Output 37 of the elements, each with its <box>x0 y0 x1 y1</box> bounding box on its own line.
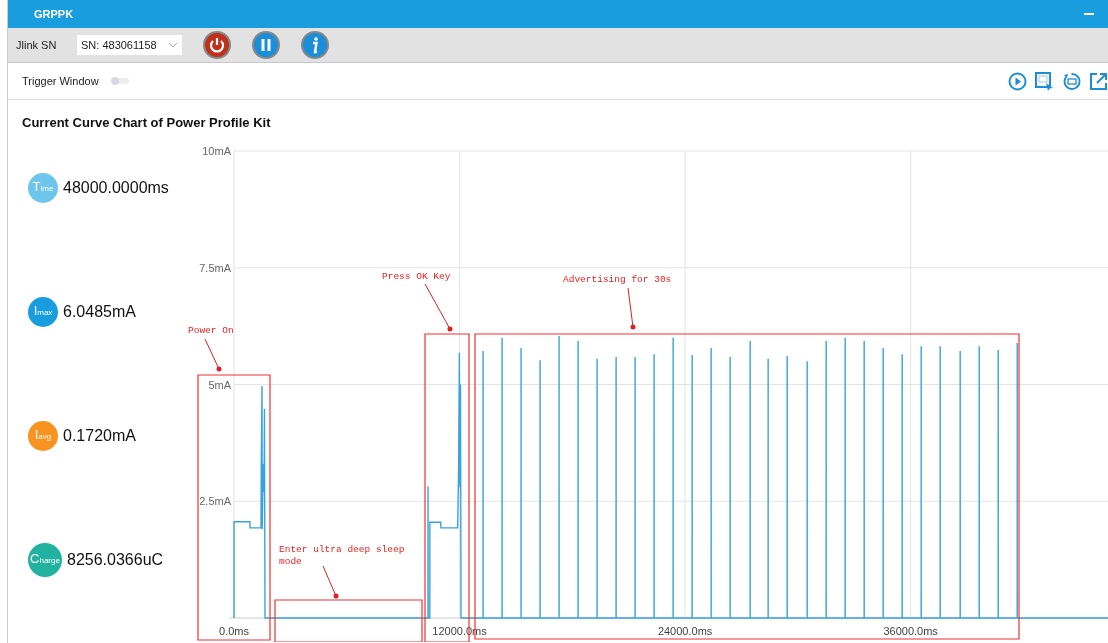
caret-icon <box>168 42 178 48</box>
chart-title: Current Curve Chart of Power Profile Kit <box>21 114 272 132</box>
annotation-arrow-drawing <box>322 565 339 599</box>
export-icon[interactable] <box>1089 71 1108 91</box>
annotation-text: Advertising for 30s <box>563 274 672 285</box>
x-axis-label: 36000.0ms <box>883 625 938 637</box>
y-axis-label: 5mA <box>208 378 231 391</box>
trigger-window-label: Trigger Window <box>22 75 99 87</box>
annotation-text: Enter ultra deep sleep mode <box>279 544 405 567</box>
info-button[interactable] <box>301 31 329 59</box>
x-axis-label: 0.0ms <box>219 625 249 637</box>
stat-value: 8256.0366uC <box>67 551 164 569</box>
y-axis-label: 7.5mA <box>199 261 231 274</box>
annotation-text: Press OK Key <box>382 271 451 282</box>
window-title: GRPPK <box>34 8 75 20</box>
jlink-label: Jlink SN <box>16 39 58 51</box>
y-axis-label: 2.5mA <box>199 495 231 508</box>
charge-badge: Charge <box>28 543 62 577</box>
x-axis-label: 24000.0ms <box>657 625 713 637</box>
stat-value: 48000.0000ms <box>63 179 169 197</box>
pause-button[interactable] <box>252 31 280 59</box>
play-icon[interactable] <box>1008 71 1027 91</box>
annotation-arrow-drawing <box>204 338 222 372</box>
stat-value: 0.1720mA <box>63 427 136 445</box>
annotation-text: Power On <box>188 325 234 336</box>
y-axis-label: 10mA <box>202 145 231 157</box>
power-button[interactable] <box>203 31 231 59</box>
serial-number-dropdown[interactable]: SN: 483061158 <box>77 35 182 55</box>
max-current-badge: Imax <box>28 297 58 327</box>
annotation-arrow-drawing <box>627 287 636 330</box>
average-current-badge: Iavg <box>28 421 58 451</box>
annotation-arrow-drawing <box>424 283 453 332</box>
refresh-icon[interactable] <box>1062 71 1081 91</box>
trigger-toggle[interactable] <box>110 78 129 84</box>
time-badge: Time <box>28 173 58 203</box>
select-area-icon[interactable] <box>1035 71 1054 91</box>
stat-value: 6.0485mA <box>63 303 136 321</box>
